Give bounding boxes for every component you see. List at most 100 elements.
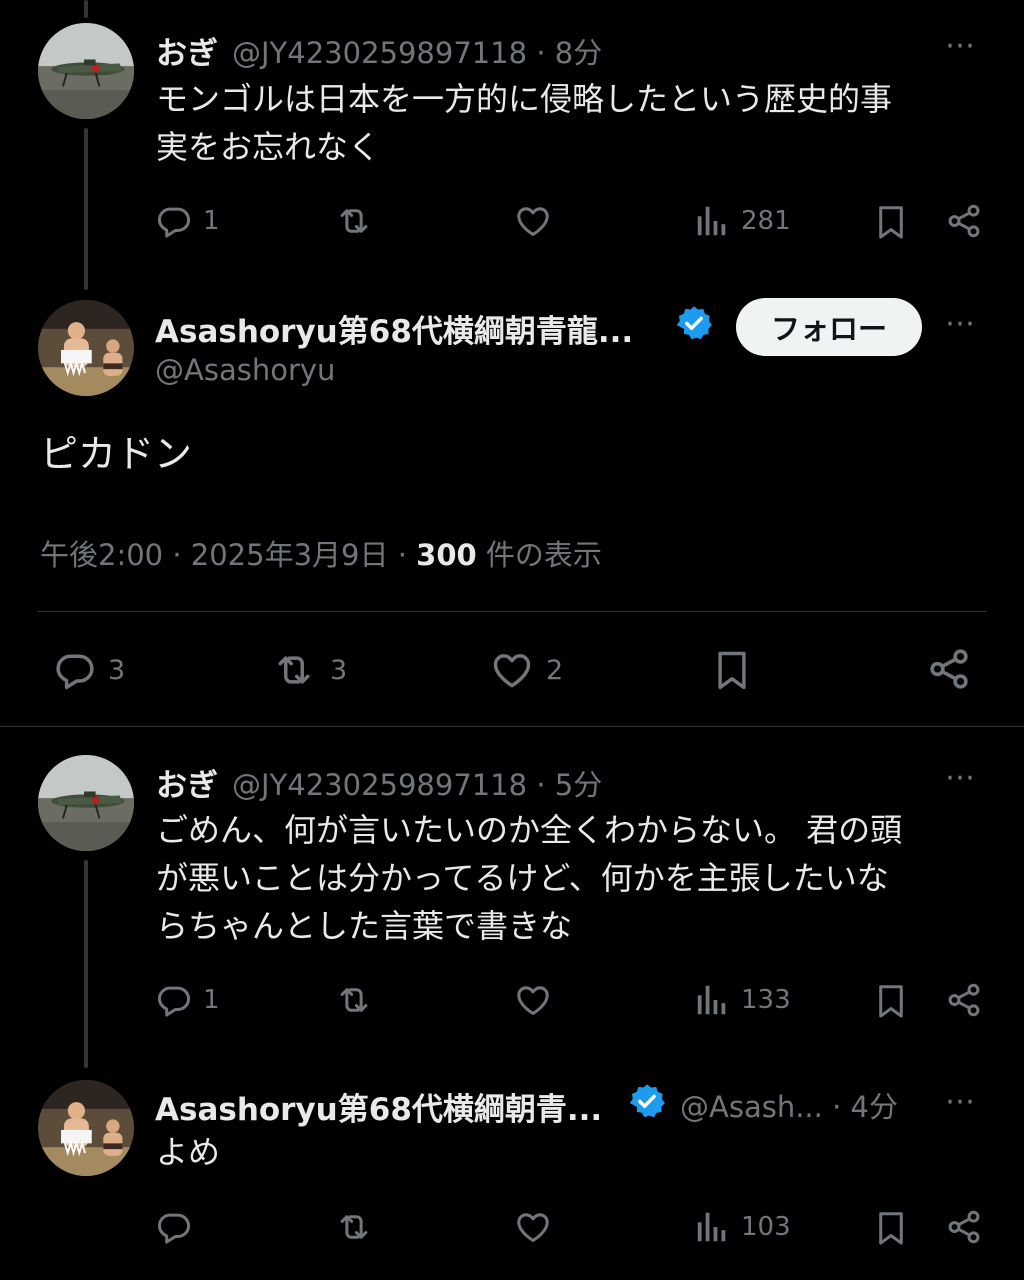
post-text: ピカドン xyxy=(40,432,193,476)
like-icon xyxy=(513,202,553,240)
post-time[interactable]: 午後2:00 xyxy=(40,538,163,572)
reply-icon xyxy=(155,202,193,240)
share-button[interactable] xyxy=(945,202,983,240)
verified-badge-icon xyxy=(628,1082,666,1120)
author-handle[interactable]: @JY4230259897118 xyxy=(232,36,527,70)
retweet-icon xyxy=(333,1208,375,1246)
avatar[interactable] xyxy=(38,755,134,851)
thread-line xyxy=(84,860,88,1068)
retweet-button[interactable]: 3 xyxy=(268,648,347,692)
bookmark-icon xyxy=(872,981,910,1021)
post-text: よめ xyxy=(156,1133,221,1171)
share-button[interactable] xyxy=(945,1208,983,1246)
author-name[interactable]: おぎ xyxy=(156,28,218,73)
share-icon xyxy=(945,1208,983,1246)
separator: · xyxy=(397,538,407,572)
retweet-icon xyxy=(333,202,375,240)
post-text-line: らちゃんとした言葉で書きな xyxy=(156,907,573,945)
bookmark-button[interactable] xyxy=(872,981,910,1021)
like-button[interactable] xyxy=(513,1208,553,1246)
avatar[interactable] xyxy=(38,23,134,119)
like-button[interactable]: 2 xyxy=(488,648,563,692)
author-handle-time[interactable]: @JY4230259897118 · 5分 xyxy=(232,762,602,804)
post-date[interactable]: 2025年3月9日 xyxy=(191,538,389,572)
author-name[interactable]: Asashoryu第68代横綱朝青... xyxy=(155,1084,605,1129)
reply-button[interactable] xyxy=(155,1208,193,1246)
like-button[interactable] xyxy=(513,202,553,240)
like-count: 2 xyxy=(546,654,564,686)
views-button[interactable]: 103 xyxy=(693,1208,791,1246)
views-label: 件の表示 xyxy=(485,538,602,572)
thread-line xyxy=(84,0,88,18)
views-icon xyxy=(693,1208,731,1246)
post-text: モンゴルは日本を一方的に侵略したという歴史的事 実をお忘れなく xyxy=(156,75,996,171)
separator: · xyxy=(536,36,546,70)
separator: · xyxy=(536,768,546,802)
reply-button[interactable]: 1 xyxy=(155,981,220,1019)
post-text-line: ごめん、何が言いたいのか全くわからない。 君の頭 xyxy=(156,811,903,849)
author-handle-time[interactable]: @Asash... · 4分 xyxy=(680,1084,898,1126)
thread-line xyxy=(84,128,88,290)
more-options-icon[interactable]: ⋯ xyxy=(945,309,976,339)
retweet-button[interactable] xyxy=(333,1208,375,1246)
user-avatar-image xyxy=(38,300,134,396)
share-icon xyxy=(945,202,983,240)
author-name[interactable]: Asashoryu第68代横綱朝青龍... xyxy=(155,306,635,351)
retweet-icon xyxy=(333,981,375,1019)
more-options-icon[interactable]: ⋯ xyxy=(945,763,976,793)
author-handle[interactable]: @Asashoryu xyxy=(155,353,335,387)
post-time[interactable]: 8分 xyxy=(555,36,602,70)
share-button[interactable] xyxy=(945,981,983,1019)
bookmark-button[interactable] xyxy=(872,1208,910,1248)
views-icon xyxy=(693,981,731,1019)
author-handle[interactable]: @Asash... xyxy=(680,1090,823,1124)
post-text: ごめん、何が言いたいのか全くわからない。 君の頭 が悪いことは分かってるけど、何… xyxy=(156,806,1016,950)
bookmark-icon xyxy=(872,1208,910,1248)
reply-count: 3 xyxy=(108,654,126,686)
post-time[interactable]: 5分 xyxy=(555,768,602,802)
share-button[interactable] xyxy=(926,646,972,692)
views-count: 300 xyxy=(416,538,477,572)
separator: · xyxy=(832,1090,842,1124)
bookmark-button[interactable] xyxy=(872,202,910,242)
separator: · xyxy=(172,538,182,572)
retweet-button[interactable] xyxy=(333,202,375,240)
reply-icon xyxy=(52,648,98,692)
post-text-line: が悪いことは分かってるけど、何かを主張したいな xyxy=(156,859,889,897)
user-avatar-image xyxy=(38,755,134,851)
avatar[interactable] xyxy=(38,1080,134,1176)
verified-badge-icon xyxy=(675,304,713,342)
share-icon xyxy=(945,981,983,1019)
reply-button[interactable]: 3 xyxy=(52,648,125,692)
reply-count: 1 xyxy=(203,206,220,236)
retweet-icon xyxy=(268,648,320,692)
bookmark-icon xyxy=(710,646,754,694)
more-options-icon[interactable]: ⋯ xyxy=(945,1087,976,1117)
views-count: 133 xyxy=(741,985,791,1015)
views-button[interactable]: 133 xyxy=(693,981,791,1019)
views-icon xyxy=(693,202,731,240)
bookmark-button[interactable] xyxy=(710,646,754,694)
retweet-button[interactable] xyxy=(333,981,375,1019)
reply-icon xyxy=(155,981,193,1019)
like-icon xyxy=(513,1208,553,1246)
author-handle-time[interactable]: @JY4230259897118 · 8分 xyxy=(232,30,602,72)
follow-button[interactable]: フォロー xyxy=(736,298,922,356)
reply-button[interactable]: 1 xyxy=(155,202,220,240)
like-button[interactable] xyxy=(513,981,553,1019)
more-options-icon[interactable]: ⋯ xyxy=(945,31,976,61)
reply-count: 1 xyxy=(203,985,220,1015)
post-text-line: モンゴルは日本を一方的に侵略したという歴史的事 xyxy=(156,80,893,118)
divider xyxy=(0,726,1024,727)
author-handle[interactable]: @JY4230259897118 xyxy=(232,768,527,802)
author-name[interactable]: おぎ xyxy=(156,760,218,805)
like-icon xyxy=(488,648,536,692)
user-avatar-image xyxy=(38,23,134,119)
views-button[interactable]: 281 xyxy=(693,202,791,240)
views-count: 281 xyxy=(741,206,791,236)
post-time[interactable]: 4分 xyxy=(851,1090,898,1124)
divider xyxy=(38,611,986,612)
retweet-count: 3 xyxy=(330,654,348,686)
avatar[interactable] xyxy=(38,300,134,396)
user-avatar-image xyxy=(38,1080,134,1176)
